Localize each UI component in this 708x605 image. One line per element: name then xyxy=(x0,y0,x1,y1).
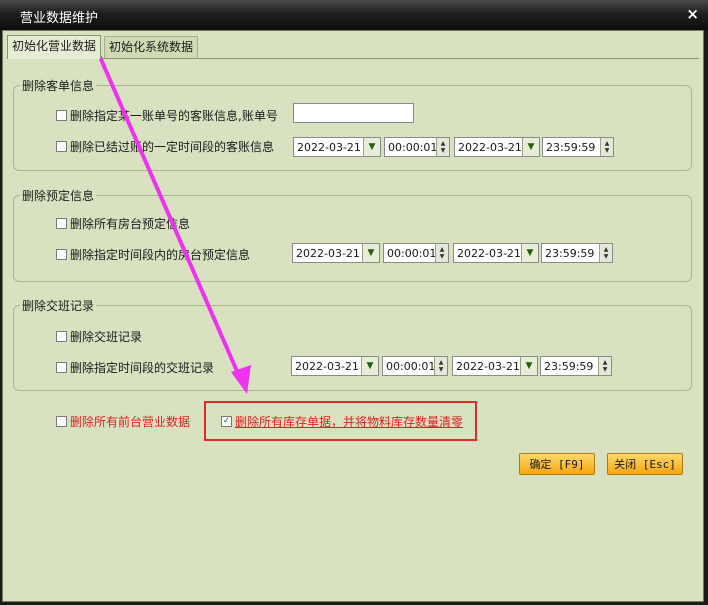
start-date-combo[interactable]: 2022-03-21 ▼ xyxy=(293,137,381,157)
title-bar: 营业数据维护 × xyxy=(0,0,708,30)
option-delete-shift-records-range[interactable]: 删除指定时间段的交班记录 xyxy=(56,359,214,376)
spinner-icon[interactable]: ▲ ▼ xyxy=(436,138,449,156)
spinner-icon[interactable]: ▲ ▼ xyxy=(435,244,448,262)
confirm-button[interactable]: 确定 [F9] xyxy=(519,453,595,475)
chevron-down-icon[interactable]: ▼ xyxy=(522,138,539,156)
end-time-spinner[interactable]: 23:59:59 ▲ ▼ xyxy=(542,137,614,157)
tab-divider xyxy=(7,58,699,59)
option-label: 删除已结过账的一定时间段的客账信息 xyxy=(70,140,275,154)
end-time-spinner[interactable]: 23:59:59 ▲ ▼ xyxy=(540,356,612,376)
start-time-spinner[interactable]: 00:00:01 ▲ ▼ xyxy=(382,356,448,376)
start-time-spinner[interactable]: 00:00:01 ▲ ▼ xyxy=(383,243,449,263)
spinner-icon[interactable]: ▲ ▼ xyxy=(598,357,611,375)
group-title-reservation: 删除预定信息 xyxy=(20,187,97,204)
option-delete-reservations-range[interactable]: 删除指定时间段内的房台预定信息 xyxy=(56,246,250,263)
spinner-icon[interactable]: ▲ ▼ xyxy=(599,244,612,262)
spinner-icon[interactable]: ▲ ▼ xyxy=(434,357,447,375)
checkbox[interactable] xyxy=(56,416,67,427)
end-time-spinner[interactable]: 23:59:59 ▲ ▼ xyxy=(541,243,613,263)
group-reservation: 删除预定信息 xyxy=(13,187,692,282)
tab-init-system-data[interactable]: 初始化系统数据 xyxy=(104,36,199,58)
option-delete-all-stock-docs[interactable]: ✓ 删除所有库存单据，并将物料库存数量清零 xyxy=(221,413,463,430)
checkbox[interactable] xyxy=(56,141,67,152)
group-title-shift: 删除交班记录 xyxy=(20,297,97,314)
start-date-combo[interactable]: 2022-03-21 ▼ xyxy=(291,356,379,376)
bill-number-input[interactable] xyxy=(293,103,414,123)
dialog-body: 初始化营业数据 初始化系统数据 删除客单信息 删除指定某一账单号的客账信息,账单… xyxy=(2,30,704,602)
chevron-down-icon[interactable]: ▼ xyxy=(361,357,378,375)
option-label: 删除指定时间段内的房台预定信息 xyxy=(70,248,251,262)
group-guest-bill: 删除客单信息 xyxy=(13,77,692,171)
window-title: 营业数据维护 xyxy=(20,11,99,26)
option-label: 删除指定某一账单号的客账信息,账单号 xyxy=(70,109,278,123)
chevron-down-icon[interactable]: ▼ xyxy=(520,357,537,375)
option-delete-all-reservations[interactable]: 删除所有房台预定信息 xyxy=(56,215,190,232)
option-label: 删除指定时间段的交班记录 xyxy=(70,361,215,375)
option-label: 删除所有库存单据，并将物料库存数量清零 xyxy=(235,415,464,429)
option-delete-settled-bills-range[interactable]: 删除已结过账的一定时间段的客账信息 xyxy=(56,138,274,155)
option-label: 删除所有房台预定信息 xyxy=(70,217,191,231)
group-title-guest-bill: 删除客单信息 xyxy=(20,77,97,94)
option-label: 删除交班记录 xyxy=(70,330,143,344)
checkmark-icon[interactable]: ✓ xyxy=(221,416,232,427)
checkbox[interactable] xyxy=(56,362,67,373)
end-date-combo[interactable]: 2022-03-21 ▼ xyxy=(454,137,540,157)
checkbox[interactable] xyxy=(56,218,67,229)
start-time-spinner[interactable]: 00:00:01 ▲ ▼ xyxy=(384,137,450,157)
end-date-combo[interactable]: 2022-03-21 ▼ xyxy=(453,243,539,263)
close-button[interactable]: 关闭 [Esc] xyxy=(607,453,683,475)
group-shift-records: 删除交班记录 xyxy=(13,297,692,391)
option-delete-shift-records[interactable]: 删除交班记录 xyxy=(56,328,142,345)
spinner-icon[interactable]: ▲ ▼ xyxy=(600,138,613,156)
chevron-down-icon[interactable]: ▼ xyxy=(521,244,538,262)
chevron-down-icon[interactable]: ▼ xyxy=(363,138,380,156)
checkbox[interactable] xyxy=(56,249,67,260)
tab-init-business-data[interactable]: 初始化营业数据 xyxy=(7,35,102,59)
chevron-down-icon[interactable]: ▼ xyxy=(362,244,379,262)
checkbox[interactable] xyxy=(56,110,67,121)
option-label: 删除所有前台营业数据 xyxy=(70,415,191,429)
close-icon[interactable]: × xyxy=(686,5,699,23)
end-date-combo[interactable]: 2022-03-21 ▼ xyxy=(452,356,538,376)
start-date-combo[interactable]: 2022-03-21 ▼ xyxy=(292,243,380,263)
option-delete-all-front-data[interactable]: 删除所有前台营业数据 xyxy=(56,413,190,430)
option-delete-bill-by-number[interactable]: 删除指定某一账单号的客账信息,账单号 xyxy=(56,107,278,124)
checkbox[interactable] xyxy=(56,331,67,342)
